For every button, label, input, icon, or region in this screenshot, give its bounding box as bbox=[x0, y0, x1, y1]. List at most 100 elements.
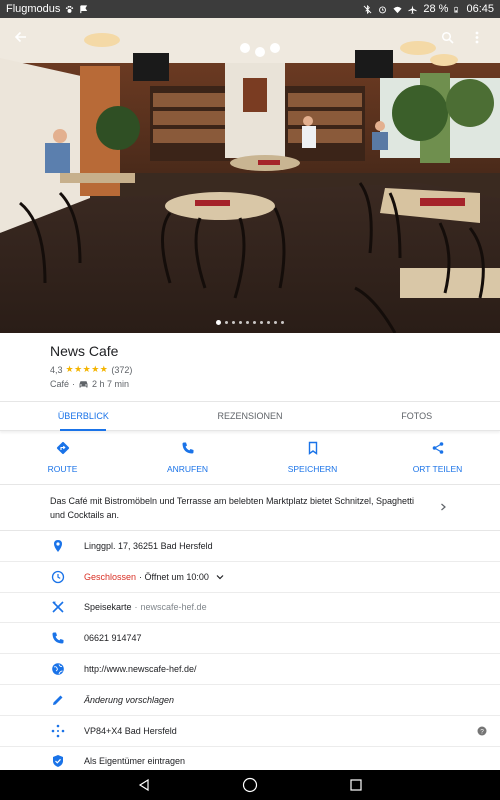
help-icon[interactable]: ? bbox=[477, 726, 487, 736]
route-button[interactable]: ROUTE bbox=[0, 431, 125, 484]
claim-business-text: Als Eigentümer eintragen bbox=[84, 756, 186, 767]
address-row[interactable]: Linggpl. 17, 36251 Bad Hersfeld bbox=[0, 531, 500, 562]
pencil-icon bbox=[53, 695, 63, 705]
menu-row[interactable]: Speisekarte · newscafe-hef.de bbox=[0, 593, 500, 624]
pager-dot bbox=[281, 321, 284, 324]
save-button[interactable]: SPEICHERN bbox=[250, 431, 375, 484]
place-name: News Cafe bbox=[50, 343, 119, 359]
share-icon bbox=[432, 442, 443, 454]
plus-code-text: VP84+X4 Bad Hersfeld bbox=[84, 725, 177, 736]
info-list: Linggpl. 17, 36251 Bad Hersfeld Geschlos… bbox=[0, 531, 500, 778]
more-options-button[interactable] bbox=[466, 26, 488, 48]
clock: 06:45 bbox=[466, 3, 494, 15]
battery-icon bbox=[454, 6, 459, 12]
bluetooth-off-icon bbox=[363, 4, 372, 14]
phone-icon bbox=[52, 632, 64, 644]
place-photo[interactable] bbox=[0, 18, 500, 333]
tab-label: ÜBERBLICK bbox=[57, 411, 109, 421]
category-label: Café bbox=[50, 379, 70, 389]
share-button[interactable]: ORT TEILEN bbox=[375, 431, 500, 484]
airplane-icon bbox=[408, 4, 417, 14]
bookmark-icon bbox=[308, 441, 317, 455]
arrow-back-icon bbox=[14, 31, 26, 43]
category-row: Café · 2 h 7 min bbox=[50, 379, 450, 389]
address-text: Linggpl. 17, 36251 Bad Hersfeld bbox=[84, 540, 213, 551]
description-text: Das Café mit Bistromöbeln und Terrasse a… bbox=[50, 496, 415, 520]
flag-icon bbox=[80, 4, 88, 13]
website-url: http://www.newscafe-hef.de/ bbox=[84, 664, 197, 675]
phone-number: 06621 914747 bbox=[84, 633, 142, 644]
wifi-icon bbox=[393, 6, 402, 13]
paw-icon bbox=[66, 5, 74, 13]
directions-icon bbox=[56, 441, 69, 455]
tab-label: FOTOS bbox=[401, 411, 433, 421]
tab-photos[interactable]: FOTOS bbox=[333, 402, 500, 430]
pager-dot bbox=[260, 321, 263, 324]
drive-time: 2 h 7 min bbox=[92, 379, 130, 389]
phone-row[interactable]: 06621 914747 bbox=[0, 623, 500, 655]
review-count: (372) bbox=[111, 364, 133, 375]
menu-site: newscafe-hef.de bbox=[140, 602, 207, 613]
pager-dot bbox=[239, 321, 242, 324]
tab-reviews[interactable]: REZENSIONEN bbox=[167, 402, 334, 430]
location-pin-icon bbox=[54, 539, 62, 552]
hours-text: Geschlossen · Öffnet um 10:00 bbox=[84, 572, 225, 582]
car-icon bbox=[79, 380, 88, 387]
rating-row[interactable]: 4,3 ★★★★★ (372) bbox=[50, 364, 450, 375]
cafe-interior-image bbox=[0, 18, 500, 333]
svg-text:?: ? bbox=[480, 728, 484, 735]
search-icon bbox=[441, 31, 454, 44]
pager-dot bbox=[216, 320, 221, 325]
menu-label: Speisekarte bbox=[84, 602, 132, 613]
description-row[interactable]: Das Café mit Bistromöbeln und Terrasse a… bbox=[0, 485, 500, 531]
rating-stars: ★★★★★ bbox=[65, 364, 109, 374]
square-recents-icon bbox=[350, 779, 362, 791]
search-button[interactable] bbox=[436, 26, 458, 48]
chevron-down-icon[interactable] bbox=[215, 572, 225, 582]
suggest-edit-row[interactable]: Änderung vorschlagen bbox=[0, 685, 500, 716]
tab-label: REZENSIONEN bbox=[217, 411, 283, 421]
alarm-icon bbox=[379, 6, 387, 13]
back-button[interactable] bbox=[10, 26, 32, 48]
action-label: ROUTE bbox=[47, 464, 78, 474]
verified-shield-icon bbox=[53, 755, 63, 768]
place-header: News Cafe 4,3 ★★★★★ (372) Café · 2 h 7 m… bbox=[0, 333, 500, 401]
action-bar: ROUTE ANRUFEN SPEICHERN ORT TEILEN bbox=[0, 431, 500, 485]
plus-code-row[interactable]: VP84+X4 Bad Hersfeld ? bbox=[0, 716, 500, 747]
clock-icon bbox=[51, 570, 65, 583]
nav-home-button[interactable] bbox=[242, 777, 258, 793]
chevron-right-icon bbox=[441, 503, 446, 511]
airplane-mode-label: Flugmodus bbox=[6, 3, 61, 15]
status-bar: Flugmodus 28 % 06:45 bbox=[0, 0, 500, 18]
photo-pager-dots bbox=[0, 320, 500, 325]
more-vert-icon bbox=[475, 31, 479, 43]
pager-dot bbox=[267, 321, 270, 324]
battery-percent: 28 % bbox=[423, 3, 449, 15]
nav-recents-button[interactable] bbox=[348, 777, 364, 793]
separator: · bbox=[72, 379, 76, 389]
opens-at: · Öffnet um 10:00 bbox=[139, 571, 209, 582]
menu-text: Speisekarte · newscafe-hef.de bbox=[84, 602, 207, 612]
nav-back-button[interactable] bbox=[136, 777, 152, 793]
triangle-back-icon bbox=[138, 778, 149, 792]
rating-value: 4,3 bbox=[50, 364, 63, 375]
pager-dot bbox=[225, 321, 228, 324]
tab-bar: ÜBERBLICK REZENSIONEN FOTOS bbox=[0, 401, 500, 431]
action-label: ANRUFEN bbox=[166, 464, 209, 474]
action-label: SPEICHERN bbox=[287, 464, 338, 474]
pager-dot bbox=[253, 321, 256, 324]
globe-icon bbox=[52, 663, 64, 675]
pager-dot bbox=[246, 321, 249, 324]
hours-row[interactable]: Geschlossen · Öffnet um 10:00 bbox=[0, 562, 500, 593]
pager-dot bbox=[274, 321, 277, 324]
plus-code-icon bbox=[51, 724, 65, 737]
call-button[interactable]: ANRUFEN bbox=[125, 431, 250, 484]
restaurant-icon bbox=[52, 601, 64, 614]
separator: · bbox=[134, 602, 138, 613]
circle-home-icon bbox=[242, 777, 258, 793]
website-row[interactable]: http://www.newscafe-hef.de/ bbox=[0, 654, 500, 685]
action-label: ORT TEILEN bbox=[412, 464, 463, 474]
system-navigation-bar bbox=[0, 770, 500, 800]
pager-dot bbox=[232, 321, 235, 324]
tab-overview[interactable]: ÜBERBLICK bbox=[0, 402, 167, 430]
